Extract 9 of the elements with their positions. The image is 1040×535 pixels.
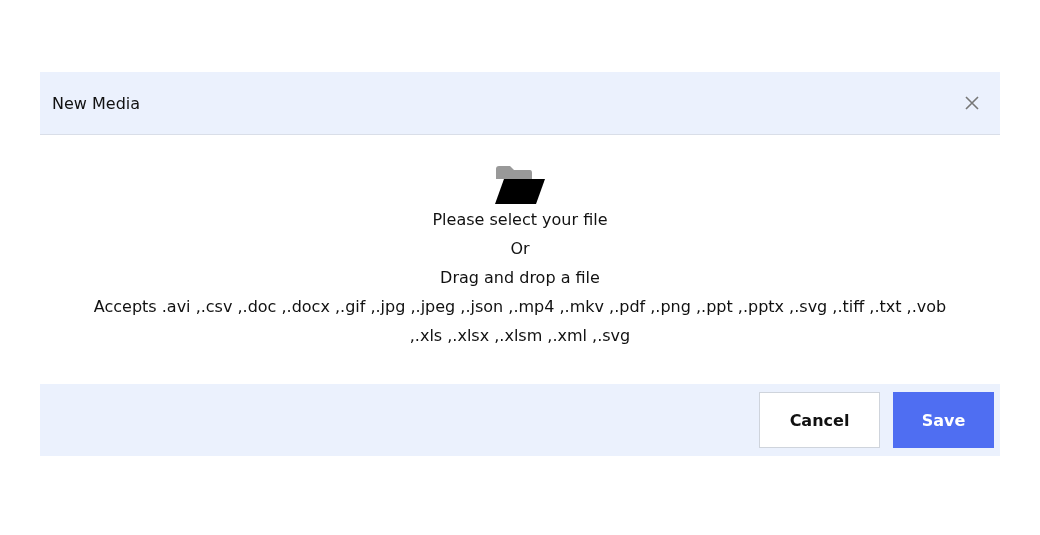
select-file-prompt: Please select your file — [432, 209, 608, 231]
close-icon[interactable] — [964, 95, 980, 111]
save-button[interactable]: Save — [893, 392, 994, 448]
accepted-types-text: Accepts .avi ,.csv ,.doc ,.docx ,.gif ,.jpg ,.jpeg ,.json ,.mp4 ,.mkv ,.pdf ,.png ,.ppt ,.pptx ,.svg ,.tiff ,.txt ,.vob ,.xls ,.xlsx ,.xlsm ,.xml ,.svg — [92, 296, 948, 347]
separator-text: Or — [510, 238, 530, 260]
cancel-button[interactable]: Cancel — [759, 392, 880, 448]
dialog-title: New Media — [52, 93, 141, 113]
folder-icon[interactable] — [494, 165, 546, 205]
drag-drop-hint: Drag and drop a file — [440, 267, 600, 289]
